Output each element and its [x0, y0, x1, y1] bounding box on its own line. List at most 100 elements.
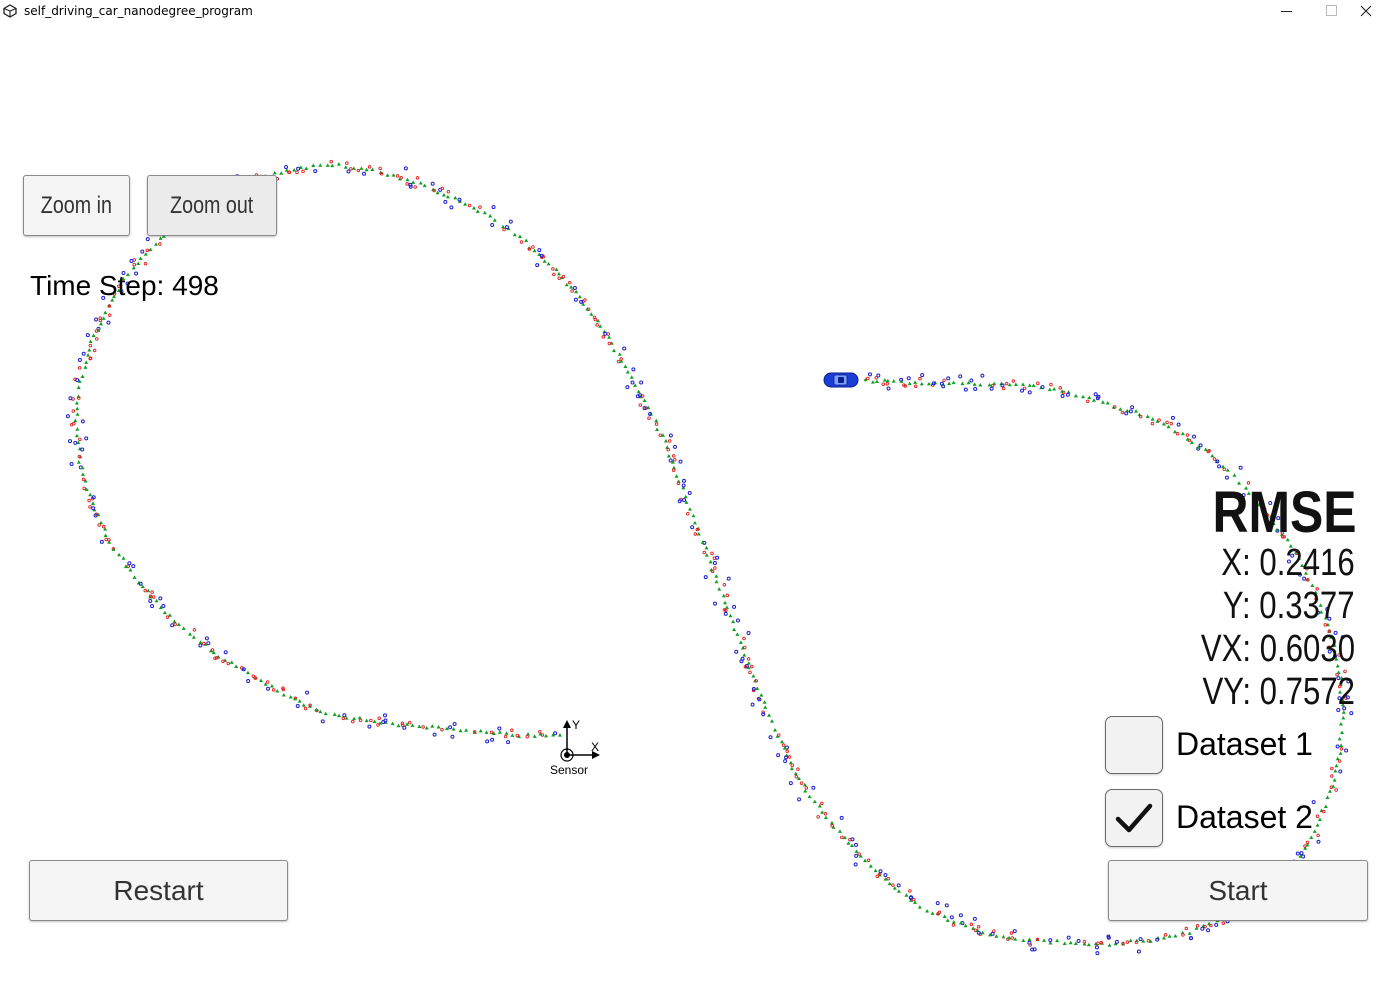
estimate-marker: [132, 575, 137, 579]
lidar-marker: [88, 343, 93, 348]
lidar-marker: [95, 337, 99, 341]
zoom-in-label: Zoom in: [40, 191, 113, 219]
radar-marker: [148, 599, 153, 604]
estimate-marker: [229, 660, 234, 664]
radar-marker: [432, 732, 437, 737]
estimate-marker: [75, 427, 80, 431]
lidar-marker: [400, 721, 405, 726]
start-label: Start: [1208, 874, 1268, 906]
radar-marker: [1065, 392, 1070, 397]
radar-marker: [1060, 394, 1065, 399]
radar-marker: [1066, 935, 1071, 940]
estimate-marker: [91, 333, 96, 338]
radar-marker: [678, 459, 683, 464]
radar-marker: [138, 581, 143, 586]
estimate-marker: [405, 177, 410, 182]
estimate-marker: [359, 166, 364, 170]
estimate-marker: [960, 381, 965, 386]
radar-marker: [81, 351, 86, 356]
estimate-marker: [873, 868, 878, 873]
radar-marker: [84, 436, 89, 441]
lidar-marker: [1181, 933, 1185, 937]
lidar-marker: [126, 564, 130, 568]
radar-marker: [295, 703, 300, 708]
radar-marker: [681, 483, 686, 488]
estimate-marker: [478, 728, 483, 733]
zoom-in-button[interactable]: Zoom in: [23, 175, 130, 236]
estimate-marker: [1073, 393, 1078, 398]
estimate-marker: [708, 559, 713, 564]
radar-marker: [740, 656, 745, 661]
dataset-1-checkbox[interactable]: [1105, 716, 1163, 774]
lidar-marker: [607, 341, 612, 346]
estimate-marker: [607, 335, 612, 339]
start-button[interactable]: Start: [1108, 860, 1368, 921]
lidar-marker: [561, 274, 566, 279]
lidar-marker: [502, 227, 506, 232]
estimate-marker: [625, 370, 630, 374]
radar-marker: [65, 414, 70, 419]
radar-marker: [99, 539, 104, 544]
radar-marker: [1200, 926, 1205, 931]
dataset-2-checkbox[interactable]: [1105, 789, 1163, 847]
estimate-marker: [488, 214, 493, 218]
estimate-marker: [807, 794, 812, 799]
radar-marker: [681, 478, 686, 483]
radar-marker: [402, 725, 407, 730]
lidar-marker: [77, 366, 82, 370]
zoom-out-button[interactable]: Zoom out: [147, 175, 277, 236]
radar-marker: [944, 903, 949, 908]
lidar-marker: [647, 416, 651, 420]
estimate-marker: [945, 918, 950, 922]
estimate-marker: [1087, 395, 1092, 400]
radar-marker: [1206, 928, 1211, 933]
radar-marker: [687, 491, 692, 496]
estimate-marker: [351, 166, 356, 170]
estimate-marker: [318, 163, 323, 167]
radar-marker: [734, 649, 739, 654]
maximize-button[interactable]: [1309, 0, 1355, 22]
estimate-marker: [526, 732, 531, 736]
estimate-marker: [870, 380, 875, 384]
lidar-marker: [367, 165, 372, 169]
lidar-marker: [356, 168, 361, 173]
radar-marker: [1155, 937, 1160, 942]
estimate-marker: [696, 532, 701, 536]
lidar-marker: [378, 166, 382, 171]
lidar-marker: [1315, 814, 1320, 819]
radar-marker: [1012, 929, 1017, 934]
estimate-marker: [504, 731, 509, 735]
radar-marker: [668, 433, 673, 438]
radar-marker: [1238, 465, 1243, 470]
estimate-marker: [343, 165, 348, 169]
radar-marker: [989, 386, 994, 391]
radar-marker: [485, 739, 490, 744]
estimate-marker: [546, 261, 551, 266]
estimate-marker: [74, 400, 79, 405]
lidar-marker: [82, 486, 86, 491]
radar-marker: [150, 604, 155, 609]
radar-marker: [85, 333, 90, 338]
radar-marker: [1217, 464, 1222, 469]
lidar-marker: [94, 329, 99, 333]
radar-marker: [266, 686, 271, 691]
estimate-marker: [849, 843, 854, 848]
restart-button[interactable]: Restart: [29, 860, 288, 921]
minimize-button[interactable]: [1263, 0, 1309, 22]
radar-marker: [1076, 938, 1081, 943]
dataset-2-label: Dataset 2: [1176, 799, 1313, 835]
radar-marker: [761, 712, 766, 717]
estimate-marker: [1221, 464, 1226, 469]
radar-marker: [1114, 939, 1119, 944]
radar-marker: [1027, 390, 1032, 395]
estimate-marker: [272, 170, 277, 175]
lidar-marker: [1096, 941, 1100, 946]
estimate-marker: [789, 766, 794, 771]
estimate-marker: [925, 908, 930, 913]
lidar-marker: [510, 728, 514, 733]
lidar-marker: [519, 240, 524, 244]
lidar-marker: [1169, 421, 1174, 426]
radar-marker: [839, 815, 844, 820]
radar-marker: [1224, 475, 1229, 480]
close-button[interactable]: [1352, 0, 1379, 22]
